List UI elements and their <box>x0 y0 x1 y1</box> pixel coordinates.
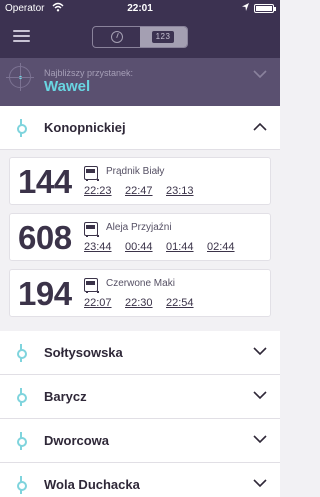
departure-card[interactable]: 608 Aleja Przyjaźni 23:44 00:44 01:44 02… <box>9 213 271 261</box>
departure-time[interactable]: 01:44 <box>166 241 194 253</box>
stop-name: Barycz <box>44 389 87 404</box>
line-number: 608 <box>18 219 72 256</box>
tab-time[interactable] <box>93 27 140 47</box>
departures-panel: 144 Prądnik Biały 22:23 22:47 23:13 608 … <box>0 151 280 331</box>
chevron-down-icon[interactable] <box>253 479 267 488</box>
stop-name: Wola Duchacka <box>44 477 140 492</box>
stop-marker-icon <box>16 432 27 450</box>
chevron-down-icon[interactable] <box>253 391 267 400</box>
chevron-down-icon[interactable] <box>253 70 267 79</box>
nearest-stop-name: Wawel <box>44 78 91 95</box>
nearest-stop-bar[interactable]: Najbliższy przystanek: Wawel <box>0 58 280 106</box>
destination: Czerwone Maki <box>106 278 175 289</box>
status-bar: Operator 22:01 <box>0 0 280 17</box>
stop-marker-icon <box>16 119 27 137</box>
departure-card[interactable]: 194 Czerwone Maki 22:07 22:30 22:54 <box>9 269 271 317</box>
tab-numbers[interactable]: 123 <box>140 27 187 47</box>
stop-row-barycz[interactable]: Barycz <box>0 375 280 419</box>
destination: Aleja Przyjaźni <box>106 222 172 233</box>
view-toggle[interactable]: 123 <box>92 26 188 48</box>
nearest-stop-label: Najbliższy przystanek: <box>44 68 134 78</box>
destination: Prądnik Biały <box>106 166 165 177</box>
chevron-up-icon[interactable] <box>253 122 267 131</box>
departure-time[interactable]: 22:07 <box>84 297 112 309</box>
chevron-down-icon[interactable] <box>253 347 267 356</box>
departure-time[interactable]: 22:47 <box>125 185 153 197</box>
stop-marker-icon <box>16 388 27 406</box>
departure-time[interactable]: 22:30 <box>125 297 153 309</box>
stop-name: Dworcowa <box>44 433 110 448</box>
departure-card[interactable]: 144 Prądnik Biały 22:23 22:47 23:13 <box>9 157 271 205</box>
clock-time: 22:01 <box>127 3 153 14</box>
menu-icon[interactable] <box>13 30 30 42</box>
line-number: 144 <box>18 163 72 200</box>
bus-icon <box>84 166 99 181</box>
stop-row-soltysowska[interactable]: Sołtysowska <box>0 331 280 375</box>
clock-icon <box>111 31 123 43</box>
bus-icon <box>84 278 99 293</box>
bus-icon <box>84 222 99 237</box>
departure-time[interactable]: 22:54 <box>166 297 194 309</box>
stop-name: Konopnickiej <box>44 120 126 135</box>
numbers-icon: 123 <box>152 31 174 43</box>
stop-row-dworcowa[interactable]: Dworcowa <box>0 419 280 463</box>
battery-icon <box>254 4 276 13</box>
stop-marker-icon <box>16 476 27 494</box>
chevron-down-icon[interactable] <box>253 435 267 444</box>
header: Operator 22:01 123 Najbliższy przystanek… <box>0 0 280 106</box>
location-arrow-icon <box>242 3 249 11</box>
departure-time[interactable]: 22:23 <box>84 185 112 197</box>
departure-time[interactable]: 23:44 <box>84 241 112 253</box>
compass-icon <box>6 63 34 91</box>
stop-marker-icon <box>16 344 27 362</box>
stop-row-wola-duchacka[interactable]: Wola Duchacka <box>0 463 280 497</box>
stop-name: Sołtysowska <box>44 345 123 360</box>
line-number: 194 <box>18 275 72 312</box>
departure-time[interactable]: 02:44 <box>207 241 235 253</box>
stop-row-konopnickiej[interactable]: Konopnickiej <box>0 106 280 150</box>
departure-time[interactable]: 00:44 <box>125 241 153 253</box>
departure-time[interactable]: 23:13 <box>166 185 194 197</box>
